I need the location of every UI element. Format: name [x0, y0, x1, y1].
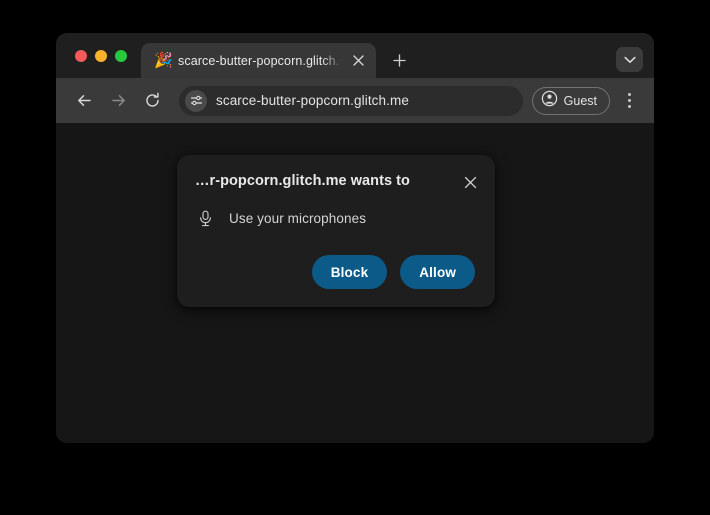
page-viewport: …r-popcorn.glitch.me wants to Use your m…: [56, 123, 654, 443]
menu-dot: [627, 105, 631, 108]
profile-guest-label: Guest: [563, 93, 597, 108]
address-bar-url[interactable]: scarce-butter-popcorn.glitch.me: [216, 93, 409, 108]
browser-tab-active[interactable]: 🎉 scarce-butter-popcorn.glitch.: [141, 43, 376, 78]
menu-dot: [627, 99, 631, 102]
party-popper-icon: 🎉: [154, 52, 173, 69]
microphone-icon: [197, 210, 213, 227]
window-controls: [56, 33, 139, 78]
tab-title: scarce-butter-popcorn.glitch.: [178, 53, 340, 68]
dialog-actions: Block Allow: [311, 255, 475, 289]
close-window-button[interactable]: [75, 49, 87, 62]
address-bar[interactable]: scarce-butter-popcorn.glitch.me: [179, 85, 523, 116]
site-settings-icon[interactable]: [185, 89, 207, 112]
block-button[interactable]: Block: [311, 255, 388, 289]
allow-button[interactable]: Allow: [400, 255, 475, 289]
microphone-permission-dialog: …r-popcorn.glitch.me wants to Use your m…: [177, 155, 495, 307]
tab-strip: 🎉 scarce-butter-popcorn.glitch.: [56, 33, 654, 78]
close-icon[interactable]: [459, 171, 481, 193]
dialog-title: …r-popcorn.glitch.me wants to: [195, 173, 410, 189]
browser-toolbar: scarce-butter-popcorn.glitch.me Guest: [56, 78, 654, 123]
browser-menu-button[interactable]: [616, 86, 642, 116]
browser-window: 🎉 scarce-butter-popcorn.glitch. scarce-b…: [56, 33, 654, 443]
chevron-down-icon[interactable]: [616, 47, 643, 72]
menu-dot: [627, 93, 631, 96]
permission-description: Use your microphones: [229, 211, 367, 226]
minimize-window-button[interactable]: [95, 49, 107, 62]
close-tab-icon[interactable]: [345, 48, 371, 74]
profile-guest-button[interactable]: Guest: [531, 86, 610, 115]
new-tab-button[interactable]: [385, 46, 413, 74]
reload-button[interactable]: [137, 86, 167, 116]
maximize-window-button[interactable]: [115, 49, 127, 62]
back-button[interactable]: [69, 86, 99, 116]
forward-button[interactable]: [103, 86, 133, 116]
avatar-icon: [541, 90, 558, 112]
dialog-header: …r-popcorn.glitch.me wants to: [177, 155, 495, 193]
permission-row: Use your microphones: [177, 193, 495, 227]
